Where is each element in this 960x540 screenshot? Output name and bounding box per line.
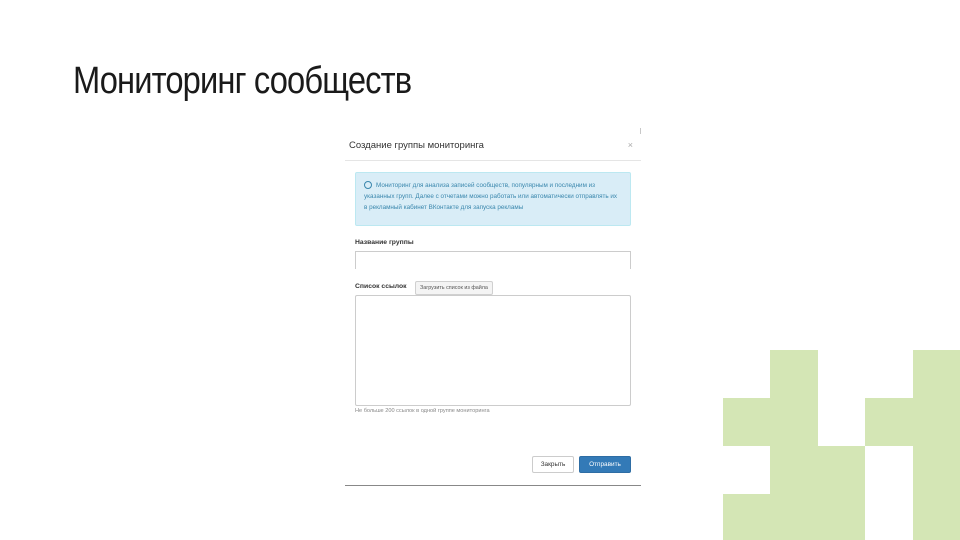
load-links-button[interactable]: Загрузить список из файла xyxy=(415,281,493,295)
group-name-label: Название группы xyxy=(355,239,414,246)
modal-title: Создание группы мониторинга xyxy=(349,140,484,151)
close-button[interactable]: Закрыть xyxy=(532,456,574,473)
links-label: Список ссылок xyxy=(355,283,407,290)
modal-edge xyxy=(640,128,641,134)
deco-block xyxy=(770,446,818,494)
header-divider xyxy=(345,160,641,161)
deco-block xyxy=(818,446,865,540)
info-text: Мониторинг для анализа записей сообществ… xyxy=(364,182,618,211)
deco-block xyxy=(723,398,818,446)
group-name-input[interactable] xyxy=(355,251,631,269)
close-icon[interactable]: × xyxy=(628,140,633,150)
info-alert: Мониторинг для анализа записей сообществ… xyxy=(355,172,631,226)
deco-block xyxy=(913,350,960,540)
deco-block xyxy=(723,494,818,540)
deco-block xyxy=(865,398,913,446)
create-monitoring-group-modal: Создание группы мониторинга × Мониторинг… xyxy=(345,128,641,486)
slide-title: Мониторинг сообществ xyxy=(73,60,412,102)
modal-bottom-border xyxy=(345,485,641,486)
submit-button[interactable]: Отправить xyxy=(579,456,631,473)
links-textarea[interactable] xyxy=(355,295,631,406)
modal-header: Создание группы мониторинга × xyxy=(349,140,633,160)
info-icon xyxy=(364,181,372,190)
help-text: Не больше 200 ссылок в одной группе мони… xyxy=(355,408,490,414)
deco-block xyxy=(770,350,818,398)
